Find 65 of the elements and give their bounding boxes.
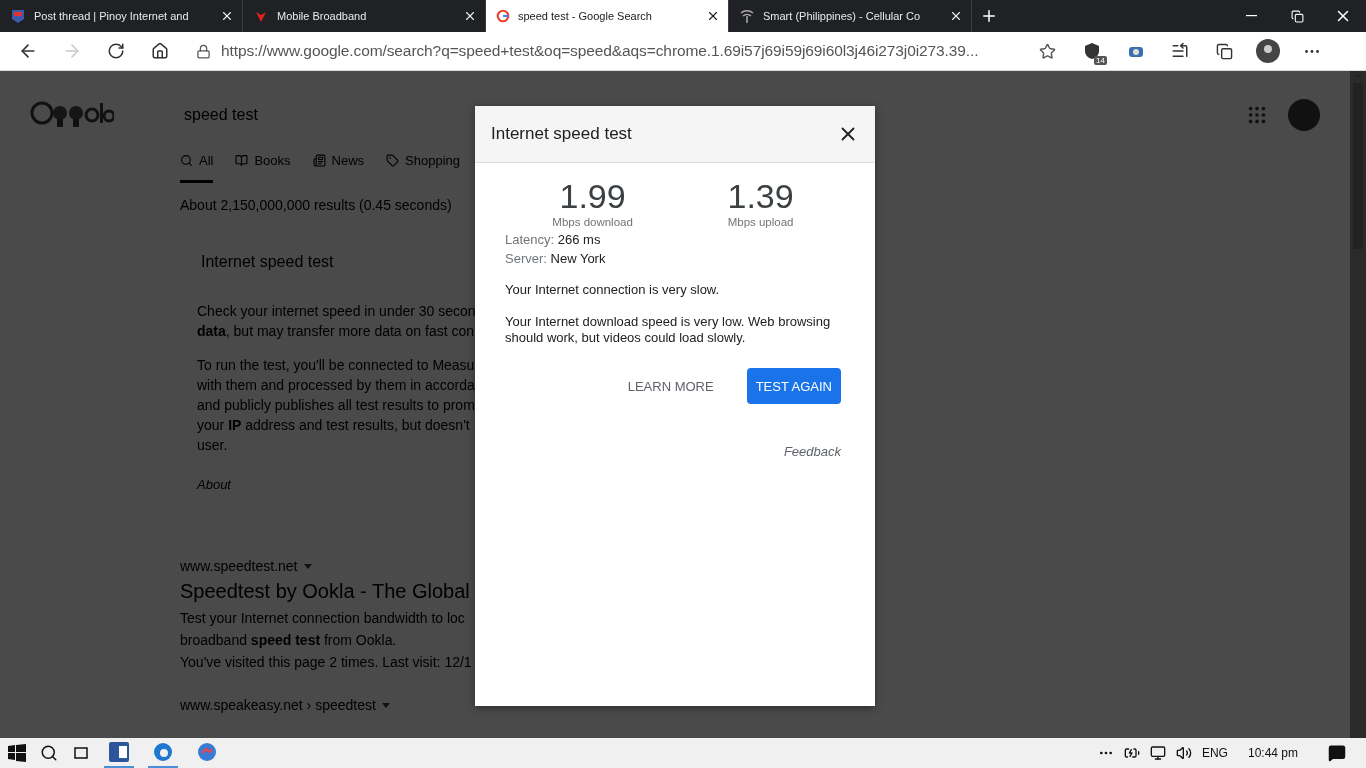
card-title: Internet speed test [201, 253, 334, 271]
result-snippet: broadband speed test from Ookla. [180, 631, 397, 650]
description-line: your IP address and test results, but doesn't [197, 416, 470, 435]
detail-label: Server: [505, 251, 547, 266]
count-badge: 14 [1094, 56, 1107, 65]
new-tab-icon[interactable] [980, 7, 998, 25]
minimize-icon [1245, 15, 1257, 17]
browser-tab[interactable]: speed test - Google Search [486, 0, 729, 32]
task-view-icon[interactable] [72, 745, 90, 761]
messenger-icon [197, 742, 217, 762]
feedback-link[interactable]: Feedback [783, 444, 841, 459]
restore-icon [1290, 9, 1304, 23]
speed-value: 1.39 [727, 177, 794, 216]
refresh-icon [107, 42, 125, 60]
detail-value: 266 ms [557, 232, 601, 247]
description-line: with them and processed by them in accorda [197, 376, 475, 395]
search-icon[interactable] [40, 744, 58, 762]
url-text: https://www.google.com/search?q=speed+test&oq=speed&aqs=chrome.1.69i57j69i59j69i60l3j46i273j0i273.39... [221, 42, 980, 60]
windows-start-icon[interactable] [8, 744, 26, 762]
detail-label: Latency: [505, 232, 555, 247]
description-line: user. [197, 436, 228, 455]
news-icon [312, 154, 326, 167]
result-message: Your Internet download speed is very low. Web browsing should work, but videos could load slowly. [505, 314, 832, 346]
test-again-button[interactable]: TEST AGAIN [746, 368, 841, 404]
avatar-icon [1256, 39, 1280, 63]
language-indicator[interactable]: ENG [1201, 746, 1228, 760]
home-icon [151, 42, 169, 60]
result-snippet: You've visited this page 2 times. Last visit: 12/1 [180, 653, 472, 672]
notifications-icon[interactable] [1328, 744, 1346, 762]
battery-icon[interactable] [1123, 745, 1140, 761]
favorites-icon [1171, 42, 1189, 60]
close-icon[interactable] [706, 9, 720, 23]
close-icon[interactable] [463, 9, 477, 23]
speed-label: Mbps download [552, 216, 633, 228]
document-icon [109, 742, 129, 762]
tag-icon [386, 154, 400, 167]
browser-icon [153, 742, 173, 762]
speed-value: 1.99 [559, 177, 626, 216]
description-line: To run the test, you'll be connected to Measu [197, 356, 475, 375]
scrollbar[interactable] [1350, 71, 1366, 738]
search-icon [180, 154, 193, 167]
result-snippet: Test your Internet connection bandwidth to loc [180, 609, 465, 628]
close-icon[interactable] [949, 9, 963, 23]
lock-icon [196, 43, 211, 59]
detail-value: New York [550, 251, 606, 266]
tower-icon [739, 8, 755, 24]
description-line: Check your internet speed in under 30 secon [197, 302, 476, 321]
collections-icon [1215, 42, 1233, 60]
flag-icon [10, 8, 26, 24]
clock[interactable]: 10:44 pm [1247, 746, 1298, 760]
network-icon[interactable] [1149, 745, 1166, 761]
result-message: Your Internet connection is very slow. [505, 282, 721, 298]
dialog-title: Internet speed test [491, 124, 632, 144]
volume-icon[interactable] [1175, 745, 1192, 761]
description-line: data, but may transfer more data on fast con [197, 322, 475, 341]
result-stats: About 2,150,000,000 results (0.45 seconds) [180, 197, 452, 213]
shield-icon [1083, 42, 1101, 60]
shield-extension-button[interactable]: 14 [1074, 35, 1110, 67]
close-icon[interactable] [220, 9, 234, 23]
favorite-icon[interactable] [1039, 42, 1056, 60]
description-line: and publicly publishes all test results to prom [197, 396, 475, 415]
more-icon [1305, 49, 1319, 53]
speed-label: Mbps upload [727, 216, 794, 228]
learn-more-button[interactable]: LEARN MORE [618, 368, 723, 404]
book-icon [235, 154, 249, 167]
